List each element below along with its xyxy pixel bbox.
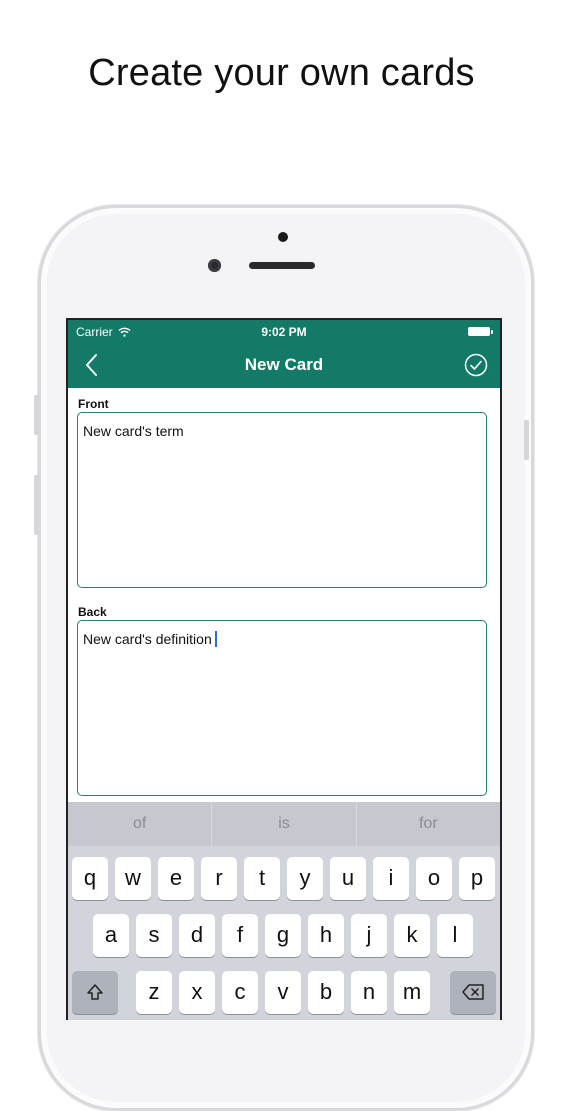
key-e[interactable]: e <box>158 857 194 900</box>
page-title: New Card <box>244 355 324 374</box>
key-u[interactable]: u <box>330 857 366 900</box>
key-l[interactable]: l <box>437 914 473 957</box>
key-q[interactable]: q <box>72 857 108 900</box>
checkmark-circle-icon[interactable] <box>464 353 488 377</box>
suggestion-2[interactable]: is <box>211 802 355 846</box>
key-s[interactable]: s <box>136 914 172 957</box>
key-p[interactable]: p <box>459 857 495 900</box>
key-d[interactable]: d <box>179 914 215 957</box>
key-a[interactable]: a <box>93 914 129 957</box>
key-b[interactable]: b <box>308 971 344 1014</box>
key-y[interactable]: y <box>287 857 323 900</box>
back-textarea[interactable]: New card's definition <box>77 620 487 796</box>
key-w[interactable]: w <box>115 857 151 900</box>
power-button <box>524 420 529 460</box>
shift-icon <box>87 984 103 1000</box>
proximity-sensor <box>278 232 288 242</box>
key-m[interactable]: m <box>394 971 430 1014</box>
volume-button-up <box>34 395 39 435</box>
back-text: New card's definition <box>83 631 212 647</box>
status-time: 9:02 PM <box>261 325 307 339</box>
key-n[interactable]: n <box>351 971 387 1014</box>
key-c[interactable]: c <box>222 971 258 1014</box>
key-r[interactable]: r <box>201 857 237 900</box>
shift-key[interactable] <box>72 971 118 1014</box>
suggestion-3[interactable]: for <box>355 802 500 846</box>
key-j[interactable]: j <box>351 914 387 957</box>
navigation-bar: Carrier 9:02 PM New Card <box>68 320 500 388</box>
volume-button-down <box>34 475 39 535</box>
key-h[interactable]: h <box>308 914 344 957</box>
backspace-icon <box>462 984 484 1000</box>
key-g[interactable]: g <box>265 914 301 957</box>
back-label: Back <box>78 605 107 619</box>
headline: Create your own cards <box>88 52 475 94</box>
phone-screen: Carrier 9:02 PM New Card Front New card'… <box>66 318 502 1020</box>
backspace-key[interactable] <box>450 971 496 1014</box>
earpiece-speaker <box>249 262 315 269</box>
suggestion-bar: of is for <box>68 802 500 846</box>
key-z[interactable]: z <box>136 971 172 1014</box>
battery-icon <box>468 327 493 336</box>
text-cursor <box>214 631 217 647</box>
key-f[interactable]: f <box>222 914 258 957</box>
key-k[interactable]: k <box>394 914 430 957</box>
key-o[interactable]: o <box>416 857 452 900</box>
front-textarea[interactable]: New card's term <box>77 412 487 588</box>
keyboard: of is for q w e r t y u i o p a s d f g … <box>68 802 500 1020</box>
key-x[interactable]: x <box>179 971 215 1014</box>
front-text: New card's term <box>83 423 184 439</box>
key-t[interactable]: t <box>244 857 280 900</box>
key-i[interactable]: i <box>373 857 409 900</box>
front-camera <box>208 259 221 272</box>
key-v[interactable]: v <box>265 971 301 1014</box>
front-label: Front <box>78 397 109 411</box>
status-bar: Carrier 9:02 PM <box>68 320 500 342</box>
suggestion-1[interactable]: of <box>68 802 211 846</box>
